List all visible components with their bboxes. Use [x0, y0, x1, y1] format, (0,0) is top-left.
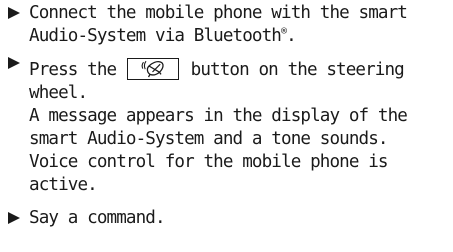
step-text: Audio-System via Bluetooth: [29, 26, 282, 46]
step-text-line: Connect the mobile phone with the smart: [29, 3, 408, 23]
step-text-line: Audio-System via Bluetooth®.: [29, 25, 448, 48]
step-text-line: A message appears in the display of the: [29, 106, 408, 126]
step-text-line: Press the button on the steering: [29, 58, 448, 82]
step-bullet-icon: [8, 7, 20, 19]
step-press-voice-button: Press the button on the steering wheel. …: [8, 57, 448, 197]
step-text-end: .: [286, 26, 297, 46]
step-connect-bluetooth: Connect the mobile phone with the smart …: [8, 2, 448, 48]
step-text: button on the steering: [190, 60, 405, 80]
step-text-line: wheel.: [29, 83, 88, 103]
step-say-command: Say a command.: [8, 207, 448, 230]
step-text-line: smart Audio-System and a tone sounds.: [29, 129, 389, 149]
step-bullet-icon: [8, 57, 20, 69]
step-text: Press the: [29, 60, 117, 80]
step-text-line: Voice control for the mobile phone is: [29, 152, 389, 172]
step-text-line: active.: [29, 175, 98, 195]
instruction-list: Connect the mobile phone with the smart …: [8, 2, 448, 230]
voice-control-icon: [126, 58, 179, 80]
step-bullet-icon: [8, 212, 20, 224]
step-text-line: Say a command.: [29, 208, 166, 228]
